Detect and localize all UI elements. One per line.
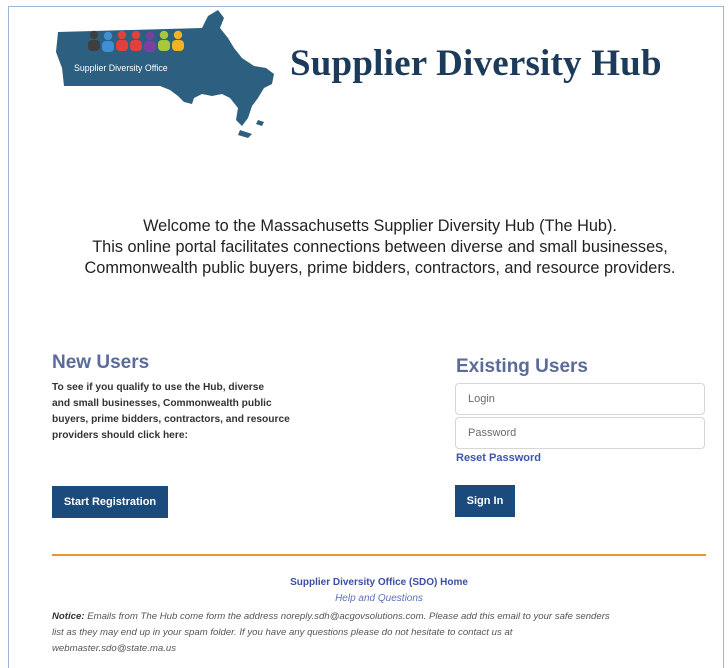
welcome-line: Welcome to the Massachusetts Supplier Di… — [143, 217, 617, 235]
sign-in-button[interactable]: Sign In — [455, 485, 515, 517]
login-input[interactable] — [455, 383, 705, 415]
page-title: Supplier Diversity Hub — [290, 43, 662, 84]
notice-text: Notice: Emails from The Hub come form th… — [52, 609, 720, 657]
description-line: and small businesses, Commonwealth publi… — [52, 398, 272, 409]
start-registration-button[interactable]: Start Registration — [52, 486, 168, 518]
help-link[interactable]: Help and Questions — [52, 593, 706, 604]
welcome-line: This online portal facilitates connectio… — [92, 238, 668, 256]
divider — [52, 554, 706, 556]
reset-password-link[interactable]: Reset Password — [456, 452, 541, 464]
password-input[interactable] — [455, 417, 705, 449]
welcome-line: Commonwealth public buyers, prime bidder… — [84, 259, 676, 277]
logo-text: Supplier Diversity Office — [74, 63, 168, 73]
notice-line: list as they may end up in your spam fol… — [52, 627, 513, 638]
notice-email: webmaster.sdo@state.ma.us — [52, 643, 177, 654]
notice-label: Notice: — [52, 611, 85, 622]
description-line: buyers, prime bidders, contractors, and … — [52, 414, 290, 425]
existing-users-heading: Existing Users — [456, 356, 588, 377]
new-users-description: To see if you qualify to use the Hub, di… — [52, 380, 312, 444]
description-line: To see if you qualify to use the Hub, di… — [52, 382, 265, 393]
notice-line: Emails from The Hub come form the addres… — [87, 611, 610, 622]
description-line: providers should click here: — [52, 430, 188, 441]
new-users-heading: New Users — [52, 352, 150, 373]
welcome-message: Welcome to the Massachusetts Supplier Di… — [30, 216, 728, 279]
sdo-logo: Supplier Diversity Office — [56, 10, 274, 138]
sdo-home-link[interactable]: Supplier Diversity Office (SDO) Home — [52, 577, 706, 588]
